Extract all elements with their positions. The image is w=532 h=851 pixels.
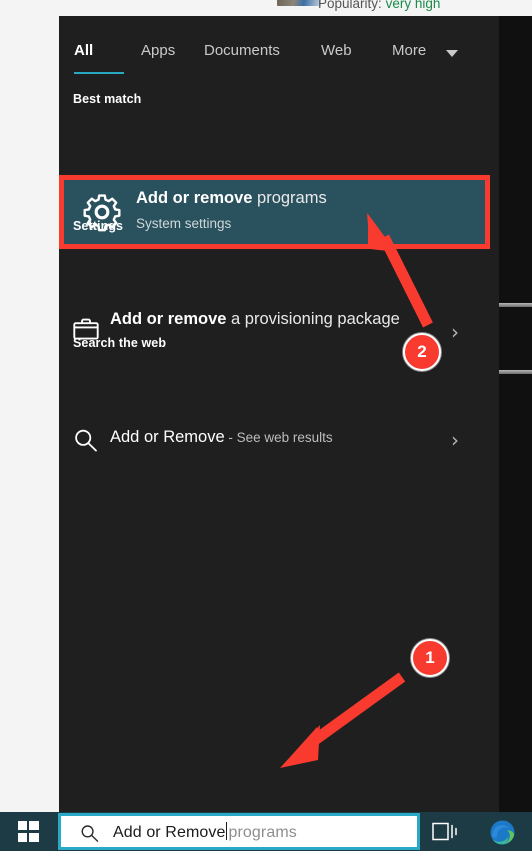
background-divider-upper [495,303,532,307]
background-thumbnail-image [277,0,321,6]
highlight-outline-best-match [59,175,490,249]
search-icon [81,825,99,842]
background-right-panel [499,16,532,812]
task-view-icon[interactable] [432,820,458,843]
chevron-right-icon[interactable]: › [451,322,459,342]
result-title: Add or remove a provisioning package [110,306,420,333]
section-heading-best-match: Best match [73,92,142,106]
section-heading-search-the-web: Search the web [73,336,167,350]
result-title-rest: a provisioning package [226,310,400,328]
result-title: Add or Remove - See web results [110,428,333,447]
annotation-badge-1: 1 [411,639,449,677]
chevron-right-icon[interactable]: › [451,430,459,450]
tab-more[interactable]: More [392,42,426,59]
background-divider-lower [495,370,532,374]
search-input-text: Add or Remove programs [113,822,297,842]
windows-logo-icon [17,821,39,842]
taskbar-search-input[interactable]: Add or Remove programs [58,813,420,850]
search-suggestion-suffix: programs [228,824,297,841]
web-query: Add or Remove [110,428,225,446]
start-menu-search-panel: All Apps Documents Web More Best match A… [59,16,499,812]
chevron-down-icon[interactable] [446,50,458,57]
taskbar: Add or Remove programs [0,812,532,851]
search-icon [75,429,97,452]
tab-documents[interactable]: Documents [204,42,280,59]
tab-apps[interactable]: Apps [141,42,175,59]
web-query-suffix: - See web results [224,430,333,445]
popularity-value: very high [385,0,441,11]
background-left-gutter [0,16,59,812]
result-search-the-web[interactable]: Add or Remove - See web results › [59,418,490,464]
annotation-badge-2: 2 [403,333,441,371]
section-heading-settings: Settings [73,219,124,233]
search-results-area: Best match Add or remove programs System… [59,74,499,812]
search-filter-tabbar: All Apps Documents Web More [59,16,499,75]
tab-web[interactable]: Web [321,42,352,59]
tab-all[interactable]: All [74,42,93,59]
popularity-label: Popularity: [318,0,382,11]
search-typed-value: Add or Remove [113,824,226,841]
start-button[interactable] [0,812,56,851]
background-popularity-text: Popularity: very high [318,0,440,11]
result-title-match: Add or remove [110,310,227,328]
microsoft-edge-icon[interactable] [490,820,515,845]
